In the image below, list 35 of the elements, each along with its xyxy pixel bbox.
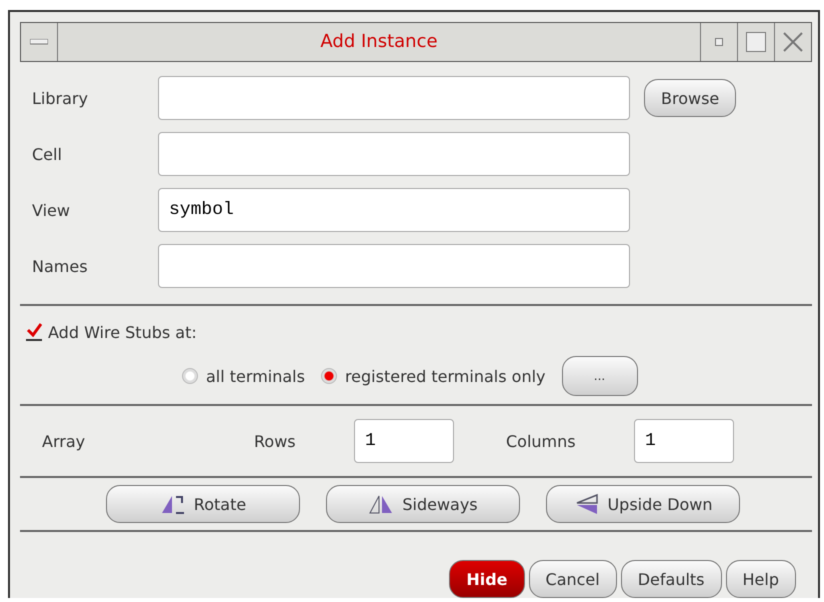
field-label: View: [32, 200, 71, 220]
text-field[interactable]: [158, 76, 630, 120]
array-label: Array: [41, 432, 86, 450]
dialog-button[interactable]: Hide: [449, 560, 525, 598]
radio-label: all terminals: [206, 366, 305, 386]
columns-field[interactable]: 1: [634, 419, 734, 463]
text-field[interactable]: [158, 132, 630, 176]
field-label: Cell: [32, 144, 63, 164]
text-field[interactable]: symbol: [158, 188, 630, 232]
text-field[interactable]: [158, 244, 630, 288]
rows-field[interactable]: 1: [354, 419, 454, 463]
window-title: Add Instance: [319, 30, 439, 54]
field-label: Library: [32, 88, 89, 108]
transform-button[interactable]: Rotate: [106, 485, 300, 523]
radio-label: registered terminals only: [344, 366, 546, 386]
minimize-icon: [715, 38, 723, 46]
columns-label: Columns: [505, 432, 577, 450]
maximize-icon: [746, 32, 766, 52]
rows-label: Rows: [254, 432, 297, 450]
close-icon: [782, 31, 804, 53]
browse-button[interactable]: Browse: [644, 79, 736, 117]
mirror-icon: [368, 493, 394, 515]
field-label: Names: [32, 256, 89, 276]
radio-button[interactable]: [182, 368, 198, 384]
radio-button[interactable]: [320, 368, 337, 384]
checkbox-label: Add Wire Stubs at:: [48, 322, 197, 342]
dialog-button[interactable]: Help: [726, 560, 796, 598]
rotate-icon: [160, 493, 186, 515]
checkbox[interactable]: [26, 323, 42, 341]
more-button[interactable]: ...: [562, 356, 638, 396]
transform-button[interactable]: Upside Down: [546, 485, 740, 523]
bar-icon: [30, 39, 48, 45]
dialog-button[interactable]: Cancel: [528, 560, 617, 598]
dialog-button[interactable]: Defaults: [620, 560, 722, 598]
transform-button[interactable]: Sideways: [326, 485, 520, 523]
